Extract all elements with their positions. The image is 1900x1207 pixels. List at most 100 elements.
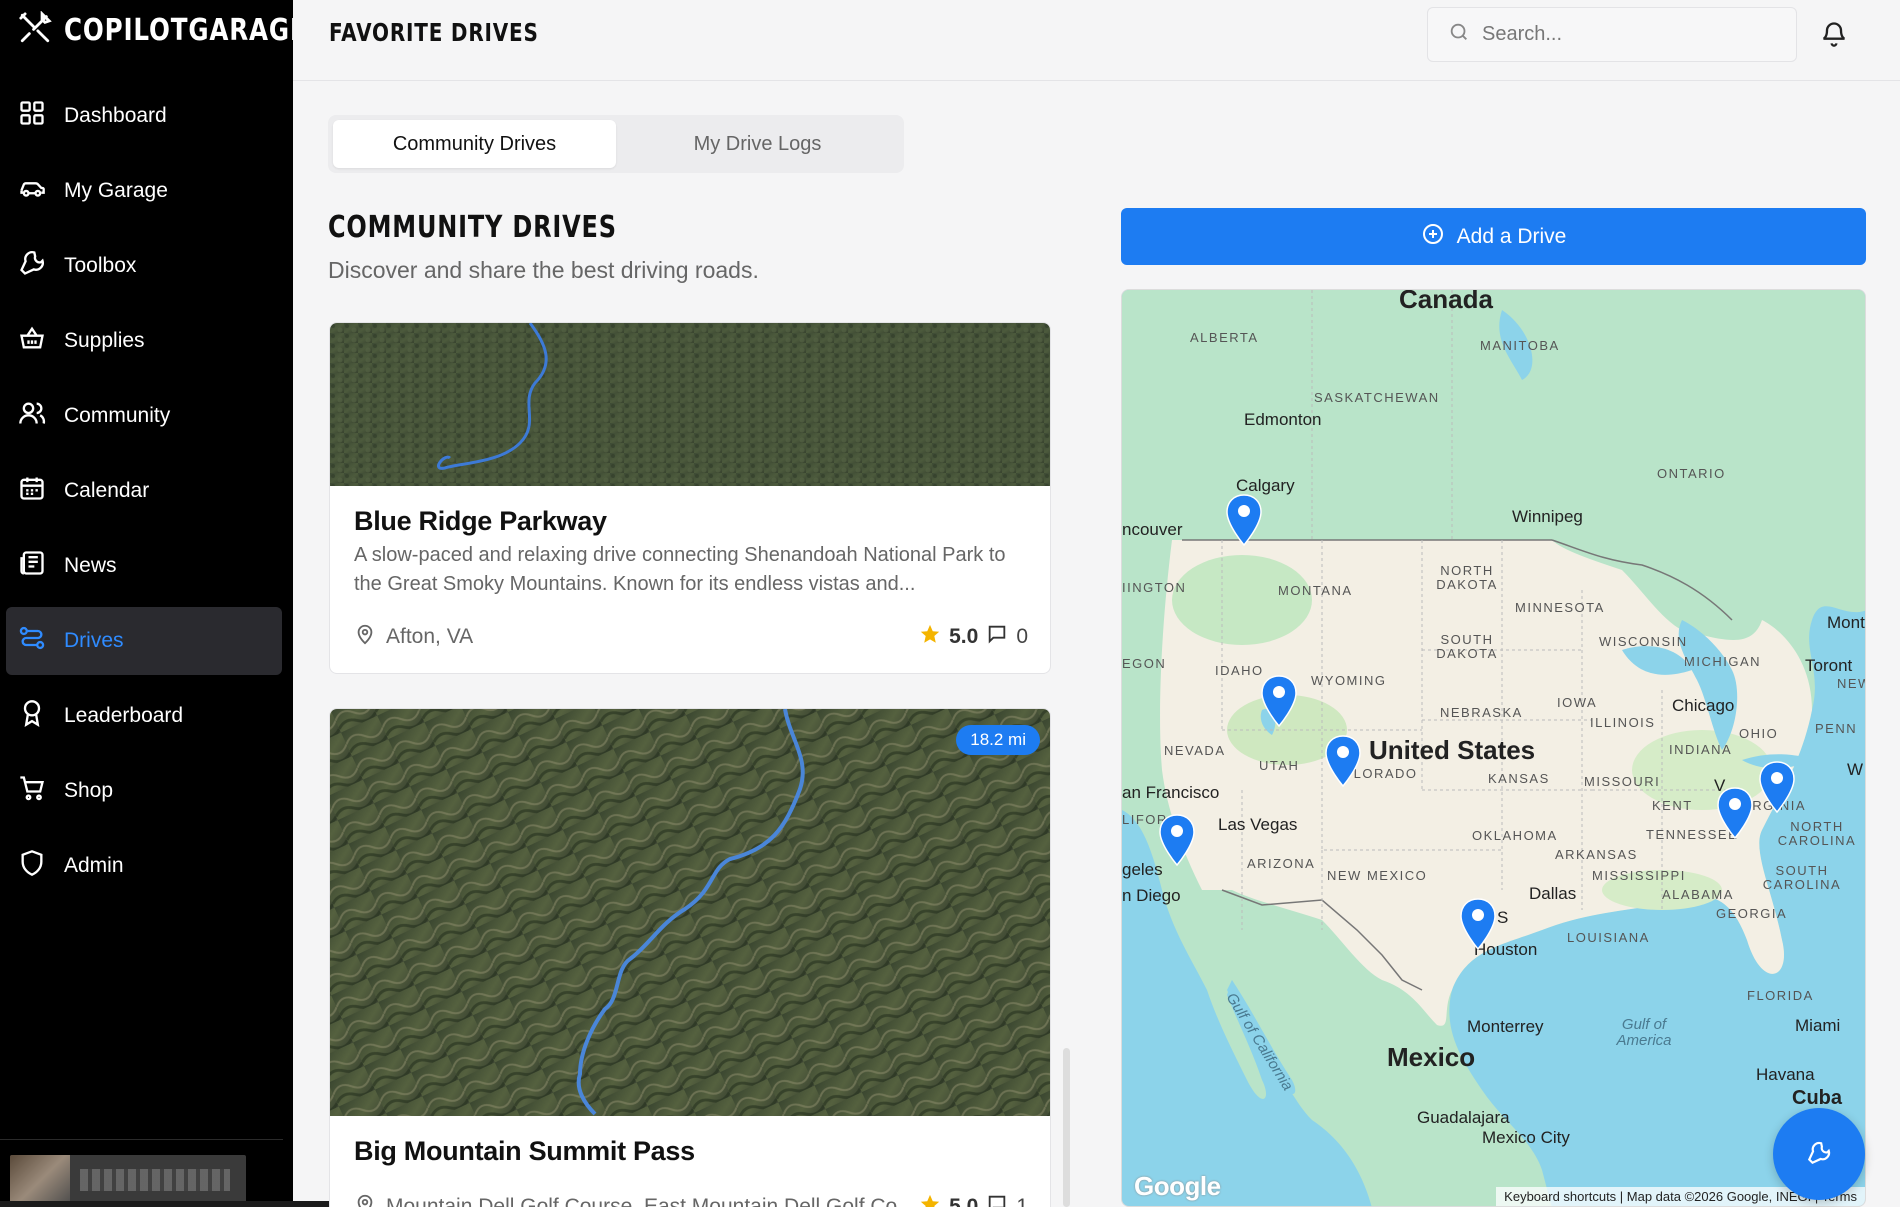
drive-comment-count: 0 [1016, 625, 1028, 648]
drive-satellite-image: 18.2 mi [330, 709, 1050, 1116]
tab-my-drive-logs[interactable]: My Drive Logs [616, 120, 899, 168]
section-title: COMMUNITY DRIVES [328, 210, 617, 245]
map-city-label: Chicago [1672, 696, 1735, 715]
tab-community-drives[interactable]: Community Drives [333, 120, 616, 168]
sidebar-item-admin[interactable]: Admin [6, 832, 282, 900]
map-state-label: OHIO [1739, 726, 1779, 741]
distance-badge: 18.2 mi [956, 725, 1040, 755]
map-city-label: ncouver [1122, 520, 1183, 539]
google-logo: Google [1134, 1171, 1221, 1201]
map-pin-marker[interactable] [1324, 734, 1362, 788]
map-state-label: MINNESOTA [1515, 600, 1605, 615]
add-drive-button[interactable]: Add a Drive [1121, 208, 1866, 265]
search-input[interactable] [1482, 23, 1782, 46]
map-state-label: SOUTH DAKOTA [1436, 632, 1498, 661]
avatar [10, 1155, 70, 1207]
map-state-label: MISSISSIPPI [1592, 868, 1686, 883]
sidebar-item-toolbox[interactable]: Toolbox [6, 232, 282, 300]
drive-tabs: Community Drives My Drive Logs [328, 115, 904, 173]
map-pin-marker[interactable] [1225, 493, 1263, 547]
user-name-obscured [80, 1169, 230, 1191]
sidebar-item-label: Calendar [64, 479, 150, 502]
map-state-label: SASKATCHEWAN [1314, 390, 1440, 405]
drive-satellite-image [330, 323, 1050, 486]
map-water-label: Gulf of America [1616, 1016, 1672, 1049]
sidebar-item-shop[interactable]: Shop [6, 757, 282, 825]
map-pin-marker[interactable] [1716, 786, 1754, 840]
drive-rating: 5.0 [949, 625, 979, 648]
tools-logo-icon [18, 9, 52, 50]
map-state-label: PENN [1815, 721, 1858, 736]
map-state-label: SOUTH CAROLINA [1762, 863, 1842, 892]
sidebar-item-label: My Garage [64, 179, 168, 202]
map-state-label: NEW [1837, 676, 1865, 691]
wrench-icon [18, 249, 46, 283]
sidebar-item-community[interactable]: Community [6, 382, 282, 450]
map-pin-marker[interactable] [1260, 674, 1298, 728]
map-pin-marker[interactable] [1459, 897, 1497, 951]
sidebar-nav: Dashboard My Garage Toolbox Supplies Com… [6, 82, 282, 907]
map-city-label: Toront [1805, 656, 1853, 675]
plus-circle-icon [1421, 222, 1445, 252]
sidebar-item-my-garage[interactable]: My Garage [6, 157, 282, 225]
sidebar-item-supplies[interactable]: Supplies [6, 307, 282, 375]
map-city-label: S [1497, 908, 1509, 927]
sidebar-item-drives[interactable]: Drives [6, 607, 282, 675]
map-pin-marker[interactable] [1758, 760, 1796, 814]
map-country-label: Cuba [1792, 1087, 1842, 1109]
drive-rating: 5.0 [949, 1195, 979, 1207]
basket-icon [18, 324, 46, 358]
map-city-label: Winnipeg [1512, 507, 1583, 526]
map-country-label: Canada [1399, 289, 1493, 314]
map-state-label: LOUISIANA [1567, 930, 1650, 945]
sidebar-divider [0, 1139, 283, 1140]
tools-fab-button[interactable] [1773, 1108, 1865, 1200]
map-pin-icon [354, 1193, 376, 1207]
cart-icon [18, 774, 46, 808]
award-icon [18, 699, 46, 733]
map-pin-marker[interactable] [1158, 813, 1196, 867]
map-state-label: MISSOURI [1584, 774, 1661, 789]
drive-card[interactable]: Blue Ridge Parkway A slow-paced and rela… [329, 322, 1051, 674]
search-box[interactable] [1427, 7, 1797, 62]
map-city-label: Dallas [1529, 884, 1577, 903]
bell-icon[interactable] [1820, 20, 1848, 48]
sidebar-item-calendar[interactable]: Calendar [6, 457, 282, 525]
map-state-label: ARIZONA [1247, 856, 1316, 871]
page-title: FAVORITE DRIVES [329, 18, 539, 47]
user-profile[interactable] [10, 1155, 246, 1207]
grid-icon [18, 99, 46, 133]
map-state-label: WISCONSIN [1599, 634, 1688, 649]
sidebar-item-leaderboard[interactable]: Leaderboard [6, 682, 282, 750]
map-state-label: FLORIDA [1747, 988, 1814, 1003]
sidebar-item-label: Community [64, 404, 171, 427]
sidebar-item-label: News [64, 554, 117, 577]
map-city-label: n Diego [1122, 886, 1181, 905]
newspaper-icon [18, 549, 46, 583]
map-state-label: ONTARIO [1657, 466, 1726, 481]
drives-map[interactable]: Canada United States Mexico Cuba ALBERTA… [1121, 289, 1866, 1207]
map-state-label: MICHIGAN [1684, 654, 1761, 669]
drive-meta: Afton, VA 5.0 0 [354, 623, 1028, 651]
drive-comment-count: 1 [1016, 1195, 1028, 1207]
list-scrollbar[interactable] [1063, 1048, 1070, 1207]
map-state-label: ILLINOIS [1590, 715, 1656, 730]
sidebar-item-label: Shop [64, 779, 114, 802]
map-state-label: NORTH DAKOTA [1436, 563, 1498, 592]
map-city-label: an Francisco [1122, 783, 1220, 802]
map-state-label: WYOMING [1311, 673, 1387, 688]
map-state-label: ALABAMA [1662, 887, 1734, 902]
sidebar-item-news[interactable]: News [6, 532, 282, 600]
sidebar: COPILOTGARAGE Dashboard My Garage Toolbo… [0, 0, 510, 1207]
sidebar-item-dashboard[interactable]: Dashboard [6, 82, 282, 150]
drive-card[interactable]: 18.2 mi Big Mountain Summit Pass Mountai… [329, 708, 1051, 1207]
map-city-label: W [1847, 760, 1864, 779]
drive-location: Mountain Dell Golf Course, East Mountain… [386, 1195, 915, 1207]
map-city-label: Miami [1795, 1016, 1841, 1035]
map-state-label: INDIANA [1669, 742, 1733, 757]
map-state-label: OKLAHOMA [1472, 828, 1558, 843]
map-city-label: Edmonton [1244, 410, 1322, 429]
drive-title: Blue Ridge Parkway [354, 506, 607, 536]
sidebar-item-label: Supplies [64, 329, 145, 352]
drive-description: A slow-paced and relaxing drive connecti… [354, 544, 1006, 595]
